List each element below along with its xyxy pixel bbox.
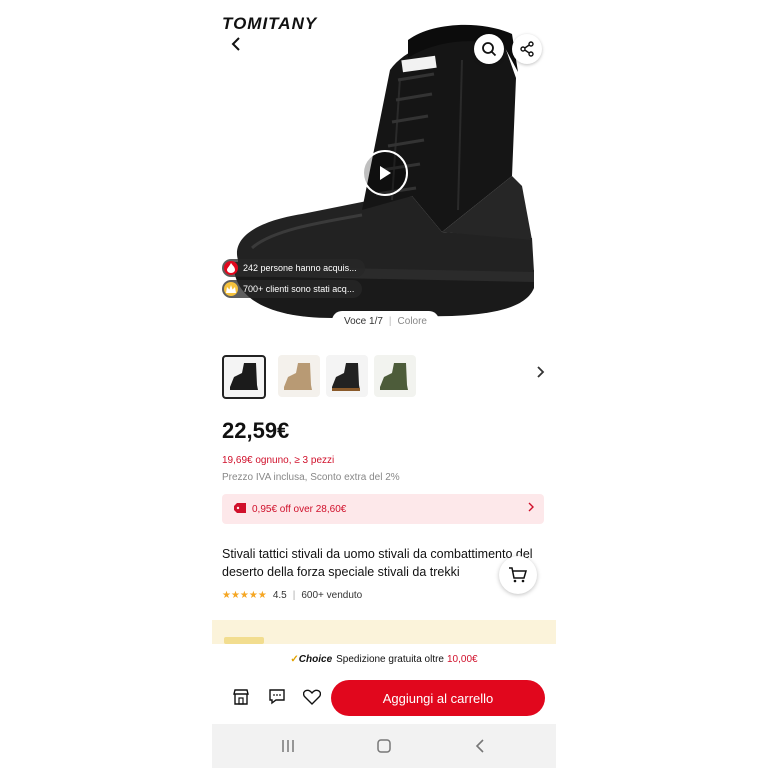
bulk-price: 19,69€ ognuno, ≥ 3 pezzi: [222, 455, 335, 466]
crown-icon: [224, 282, 238, 296]
home-icon: [377, 739, 391, 753]
heart-icon: [303, 689, 321, 705]
brand-logo: TOMITANY: [222, 14, 318, 33]
rating-row[interactable]: ★★★★★ 4.5 | 600+ venduto: [222, 590, 362, 601]
back-icon: [475, 739, 484, 753]
shipping-text: Spedizione gratuita oltre: [336, 653, 444, 665]
product-page: TOMITANY 242 persone hanno acquis... 700…: [212, 0, 556, 768]
product-title[interactable]: Stivali tattici stivali da uomo stivali …: [222, 545, 542, 581]
play-icon: [380, 166, 391, 180]
store-icon: [233, 689, 249, 705]
fire-icon: [224, 261, 238, 275]
play-video-button[interactable]: [362, 150, 408, 196]
search-icon: [482, 42, 497, 57]
back-button[interactable]: [230, 36, 250, 58]
shipping-banner[interactable]: ✓ Choice Spedizione gratuita oltre 10,00…: [212, 644, 556, 674]
share-icon: [520, 41, 534, 57]
store-button[interactable]: [230, 686, 252, 708]
rating-value: 4.5: [272, 590, 287, 601]
share-button[interactable]: [512, 34, 542, 64]
green-boot-variant: [380, 363, 408, 390]
floating-cart-button[interactable]: [499, 556, 537, 594]
promo-band: [212, 620, 556, 644]
chevron-right-icon: [537, 366, 545, 378]
star-rating-icon: ★★★★★: [222, 590, 267, 601]
chat-icon: [269, 689, 285, 705]
recents-button[interactable]: [276, 736, 300, 756]
recents-icon: [282, 740, 294, 752]
sold-count: 600+ venduto: [301, 590, 363, 601]
system-back-button[interactable]: [468, 736, 492, 756]
search-button[interactable]: [474, 34, 504, 64]
product-price: 22,59€: [222, 418, 290, 443]
variant-thumb-green[interactable]: [374, 355, 416, 397]
wishlist-button[interactable]: [301, 686, 323, 708]
product-image-gallery[interactable]: TOMITANY 242 persone hanno acquis... 700…: [212, 0, 556, 335]
variant-thumb-black-alt[interactable]: [326, 355, 368, 397]
social-proof-customers: 700+ clienti sono stati acq...: [222, 280, 363, 298]
choice-label: Choice: [298, 653, 333, 665]
social-proof-text: 700+ clienti sono stati acq...: [243, 284, 355, 294]
check-icon: ✓: [290, 653, 299, 665]
variant-thumbnails: [222, 355, 552, 401]
promo-chip: [224, 637, 264, 644]
coupon-tag-icon: [234, 502, 246, 516]
shipping-threshold: 10,00€: [447, 653, 478, 665]
counter-separator: |: [388, 315, 392, 327]
social-proof-text: 242 persone hanno acquis...: [243, 263, 357, 273]
black-boot-variant: [230, 363, 258, 390]
coupon-arrow-icon: [528, 502, 534, 515]
system-nav-bar: [212, 724, 556, 768]
variants-next-button[interactable]: [536, 365, 546, 384]
color-mode-label[interactable]: Colore: [398, 316, 427, 327]
coupon-text: 0,95€ off over 28,60€: [252, 503, 347, 515]
tan-boot-variant: [284, 363, 312, 390]
variant-thumb-tan[interactable]: [278, 355, 320, 397]
vat-note: Prezzo IVA inclusa, Sconto extra del 2%: [222, 472, 400, 483]
black-boot-alt-variant: [332, 363, 360, 391]
coupon-banner[interactable]: 0,95€ off over 28,60€: [222, 494, 544, 524]
social-proof-purchases: 242 persone hanno acquis...: [222, 259, 365, 277]
image-position: Voce 1/7: [344, 315, 383, 327]
add-to-cart-button[interactable]: Aggiungi al carrello: [331, 680, 545, 716]
home-button[interactable]: [372, 736, 396, 756]
variant-thumb-black[interactable]: [222, 355, 266, 399]
rating-separator: |: [292, 590, 296, 601]
cart-icon: [509, 567, 527, 583]
back-chevron-icon: [231, 37, 240, 51]
chat-button[interactable]: [266, 686, 288, 708]
image-counter[interactable]: Voce 1/7 | Colore: [332, 311, 439, 331]
action-bar: Aggiungi al carrello: [212, 674, 556, 724]
